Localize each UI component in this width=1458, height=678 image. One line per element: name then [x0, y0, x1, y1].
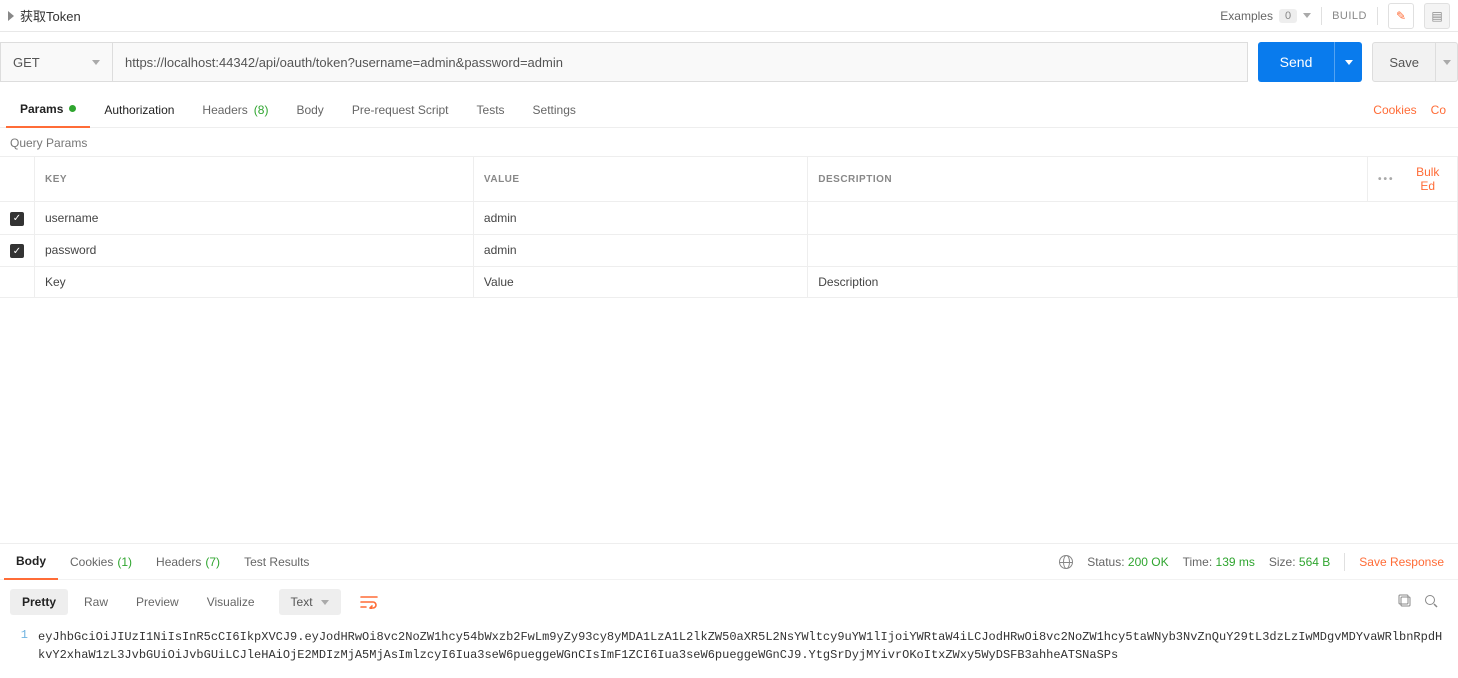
content-type-select[interactable]: Text: [279, 589, 341, 615]
save-button[interactable]: Save: [1372, 42, 1436, 82]
copy-icon[interactable]: [1398, 594, 1412, 611]
line-number: 1: [10, 628, 38, 664]
status-label: Status: 200 OK: [1087, 555, 1168, 569]
response-text: eyJhbGciOiJIUzI1NiIsInR5cCI6IkpXVCJ9.eyJ…: [38, 628, 1448, 664]
rtab-cookies[interactable]: Cookies (1): [58, 544, 144, 580]
more-icon[interactable]: •••: [1378, 174, 1395, 185]
chevron-down-icon: [1443, 60, 1451, 65]
view-raw[interactable]: Raw: [72, 589, 120, 615]
url-input[interactable]: https://localhost:44342/api/oauth/token?…: [112, 42, 1248, 82]
save-dropdown[interactable]: [1436, 42, 1458, 82]
query-params-heading: Query Params: [0, 128, 1458, 156]
param-key[interactable]: password: [35, 234, 474, 267]
request-url-row: GET https://localhost:44342/api/oauth/to…: [0, 32, 1458, 92]
param-description[interactable]: [808, 234, 1458, 267]
examples-count: 0: [1279, 9, 1297, 23]
tab-body[interactable]: Body: [282, 92, 337, 128]
send-button[interactable]: Send: [1258, 42, 1335, 82]
request-tabs: Params Authorization Headers (8) Body Pr…: [0, 92, 1458, 128]
param-value-placeholder[interactable]: Value: [473, 267, 807, 298]
chevron-down-icon: [321, 600, 329, 605]
divider: [1377, 7, 1378, 25]
param-key-placeholder[interactable]: Key: [35, 267, 474, 298]
rtab-test-results[interactable]: Test Results: [232, 544, 321, 580]
col-checkbox: [0, 157, 35, 202]
request-tab-header: 获取Token Examples 0 BUILD ✎ ▤: [0, 0, 1458, 32]
examples-dropdown[interactable]: Examples 0: [1220, 9, 1311, 23]
bulk-edit-link[interactable]: Bulk Ed: [1409, 165, 1447, 193]
divider: [1321, 7, 1322, 25]
send-dropdown[interactable]: [1334, 42, 1362, 82]
tab-prerequest[interactable]: Pre-request Script: [338, 92, 463, 128]
expand-icon[interactable]: [8, 11, 14, 21]
row-checkbox[interactable]: ✓: [10, 244, 24, 258]
http-method-select[interactable]: GET: [0, 42, 112, 82]
globe-icon[interactable]: [1059, 555, 1073, 569]
chevron-down-icon: [92, 60, 100, 65]
tab-headers[interactable]: Headers (8): [188, 92, 282, 128]
divider: [1344, 553, 1345, 571]
response-tabs: Body Cookies (1) Headers (7) Test Result…: [0, 544, 1458, 580]
response-section: Body Cookies (1) Headers (7) Test Result…: [0, 543, 1458, 678]
rtab-body[interactable]: Body: [4, 544, 58, 580]
comment-icon[interactable]: ▤: [1424, 3, 1450, 29]
response-body-viewer[interactable]: 1 eyJhbGciOiJIUzI1NiIsInR5cCI6IkpXVCJ9.e…: [0, 624, 1458, 678]
rtab-headers[interactable]: Headers (7): [144, 544, 232, 580]
tab-authorization[interactable]: Authorization: [90, 92, 188, 128]
table-row[interactable]: ✓ password admin: [0, 234, 1458, 267]
view-pretty[interactable]: Pretty: [10, 589, 68, 615]
http-method-value: GET: [13, 55, 40, 70]
param-value[interactable]: admin: [473, 202, 807, 235]
build-label[interactable]: BUILD: [1332, 10, 1367, 22]
wrap-lines-icon[interactable]: [355, 588, 383, 616]
param-desc-placeholder[interactable]: Description: [808, 267, 1458, 298]
response-view-controls: Pretty Raw Preview Visualize Text: [0, 580, 1458, 624]
size-label: Size: 564 B: [1269, 555, 1330, 569]
row-checkbox[interactable]: ✓: [10, 212, 24, 226]
tab-params[interactable]: Params: [6, 92, 90, 128]
view-visualize[interactable]: Visualize: [195, 589, 267, 615]
params-indicator-icon: [69, 105, 76, 112]
param-description[interactable]: [808, 202, 1458, 235]
col-key: KEY: [35, 157, 474, 202]
col-actions: ••• Bulk Ed: [1368, 157, 1458, 202]
chevron-down-icon: [1303, 13, 1311, 18]
param-key[interactable]: username: [35, 202, 474, 235]
examples-label: Examples: [1220, 9, 1273, 23]
col-value: VALUE: [473, 157, 807, 202]
view-preview[interactable]: Preview: [124, 589, 191, 615]
time-label: Time: 139 ms: [1183, 555, 1255, 569]
search-icon[interactable]: [1424, 594, 1438, 611]
table-row[interactable]: ✓ username admin: [0, 202, 1458, 235]
param-value[interactable]: admin: [473, 234, 807, 267]
chevron-down-icon: [1345, 60, 1353, 65]
edit-icon[interactable]: ✎: [1388, 3, 1414, 29]
col-description: DESCRIPTION: [808, 157, 1368, 202]
code-link[interactable]: Co: [1431, 103, 1446, 117]
params-table: KEY VALUE DESCRIPTION ••• Bulk Ed ✓ user…: [0, 156, 1458, 298]
save-response-link[interactable]: Save Response: [1359, 555, 1444, 569]
tab-tests[interactable]: Tests: [463, 92, 519, 128]
table-row-new[interactable]: Key Value Description: [0, 267, 1458, 298]
url-value: https://localhost:44342/api/oauth/token?…: [125, 55, 563, 70]
request-title: 获取Token: [20, 6, 81, 25]
cookies-link[interactable]: Cookies: [1373, 103, 1416, 117]
tab-settings[interactable]: Settings: [519, 92, 590, 128]
